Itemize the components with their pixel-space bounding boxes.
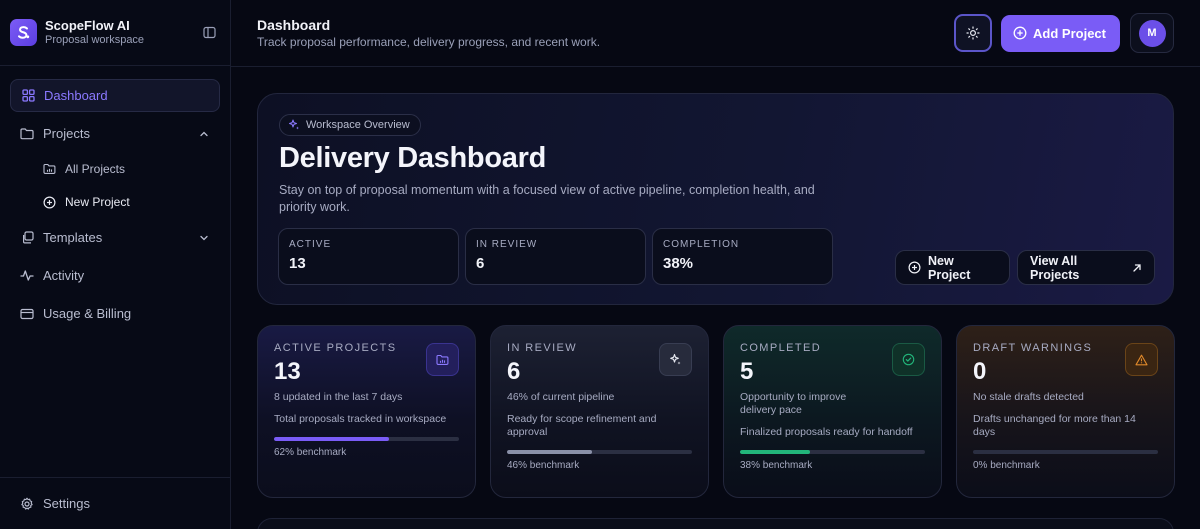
logo-icon [10,19,37,46]
sidebar: ScopeFlow AI Proposal workspace Dashboar… [0,0,231,529]
card-active-projects: ACTIVE PROJECTS 13 8 updated in the last… [257,325,476,498]
copy-icon [20,231,34,245]
stat-label: COMPLETION [663,239,740,250]
workspace-overview-pill: Workspace Overview [279,114,421,136]
stat-label: ACTIVE [289,239,332,250]
sidebar-item-label: Activity [43,268,85,283]
sidebar-item-label: Dashboard [44,88,108,103]
add-project-label: Add Project [1033,25,1106,41]
sparkle-icon [659,343,692,376]
card-subtext: No stale drafts detected [973,391,1084,403]
card-note: Drafts unchanged for more than 14 days [973,413,1136,438]
sidebar-toggle-icon[interactable] [200,24,218,42]
stat-completion: COMPLETION 38% [652,228,833,285]
brand-name: ScopeFlow AI [45,18,130,33]
stat-in-review: IN REVIEW 6 [465,228,646,285]
sidebar-item-label: Projects [43,126,90,141]
warning-icon [1125,343,1158,376]
card-note: Finalized proposals ready for handoff [740,426,913,438]
card-in-review: IN REVIEW 6 46% of current pipeline Read… [490,325,709,498]
benchmark-text: 38% benchmark [740,460,813,471]
benchmark-text: 46% benchmark [507,460,580,471]
card-note: Ready for scope refinement and approval [507,413,657,438]
stat-label: IN REVIEW [476,239,538,250]
hero-title: Delivery Dashboard [279,142,546,174]
stat-value: 6 [476,255,485,272]
folder-open-icon [43,163,56,176]
sparkle-icon [288,119,300,131]
sun-icon [966,26,980,40]
sidebar-nav: Dashboard Projects All Projects New Proj… [0,66,230,330]
sidebar-item-templates[interactable]: Templates [10,221,220,254]
sidebar-subitem-label: New Project [65,195,130,209]
sidebar-subitem-all-projects[interactable]: All Projects [10,155,220,183]
plus-circle-icon [43,195,56,209]
new-project-button[interactable]: New Project [895,250,1010,285]
progress-fill [740,450,811,454]
check-circle-icon [892,343,925,376]
stat-active: ACTIVE 13 [278,228,459,285]
pill-label: Workspace Overview [306,119,410,131]
sidebar-item-settings[interactable]: Settings [0,477,230,529]
card-note: Total proposals tracked in workspace [274,413,447,425]
page-title: Dashboard [257,16,331,33]
card-draft-warnings: DRAFT WARNINGS 0 No stale drafts detecte… [956,325,1175,498]
gear-icon [20,497,34,511]
progress-bar [274,437,459,441]
sidebar-item-projects[interactable]: Projects [10,117,220,150]
user-menu-button[interactable]: M [1130,13,1174,53]
hero-description: Stay on top of proposal momentum with a … [279,183,815,214]
card-completed: COMPLETED 5 Opportunity to improve deliv… [723,325,942,498]
sidebar-item-label: Settings [43,496,90,511]
activity-icon [20,269,34,283]
arrow-up-right-icon [1132,263,1142,273]
progress-fill [274,437,389,441]
sidebar-item-label: Usage & Billing [43,306,132,321]
view-all-label: View All Projects [1030,253,1080,282]
card-subtext: Opportunity to improve delivery pace [740,391,847,416]
theme-toggle-button[interactable] [954,14,993,52]
sidebar-item-label: Templates [43,230,103,245]
progress-bar [740,450,925,454]
grid-icon [21,89,35,103]
topbar: Dashboard Track proposal performance, de… [231,0,1200,67]
sidebar-item-dashboard[interactable]: Dashboard [10,79,220,112]
new-project-label: New Project [928,253,971,282]
sidebar-subitem-new-project[interactable]: New Project [10,188,220,216]
progress-bar [973,450,1158,454]
page-subtitle: Track proposal performance, delivery pro… [257,34,601,49]
stat-value: 38% [663,255,694,272]
folder-icon [20,127,34,141]
plus-circle-icon [908,261,921,274]
benchmark-text: 0% benchmark [973,460,1040,471]
card-icon [20,307,34,321]
main-content: Dashboard Track proposal performance, de… [231,0,1200,529]
benchmark-text: 62% benchmark [274,447,347,458]
card-subtext: 8 updated in the last 7 days [274,391,403,403]
sidebar-item-activity[interactable]: Activity [10,259,220,292]
sidebar-item-usage-billing[interactable]: Usage & Billing [10,297,220,330]
card-subtext: 46% of current pipeline [507,391,615,403]
stat-value: 13 [289,255,306,272]
view-all-projects-button[interactable]: View All Projects [1017,250,1155,285]
progress-fill [507,450,593,454]
sidebar-subitem-label: All Projects [65,162,126,176]
progress-bar [507,450,692,454]
workspace-overview-panel: Workspace Overview Delivery Dashboard St… [257,93,1174,305]
brand-subtitle: Proposal workspace [45,34,145,46]
chevron-down-icon[interactable] [198,232,210,244]
chevron-up-icon[interactable] [198,128,210,140]
avatar: M [1138,19,1166,47]
add-project-button[interactable]: Add Project [1001,14,1120,52]
plus-circle-icon [1013,26,1027,40]
brand: ScopeFlow AI Proposal workspace [0,0,230,66]
recent-work-panel [257,518,1174,529]
folder-icon [426,343,459,376]
